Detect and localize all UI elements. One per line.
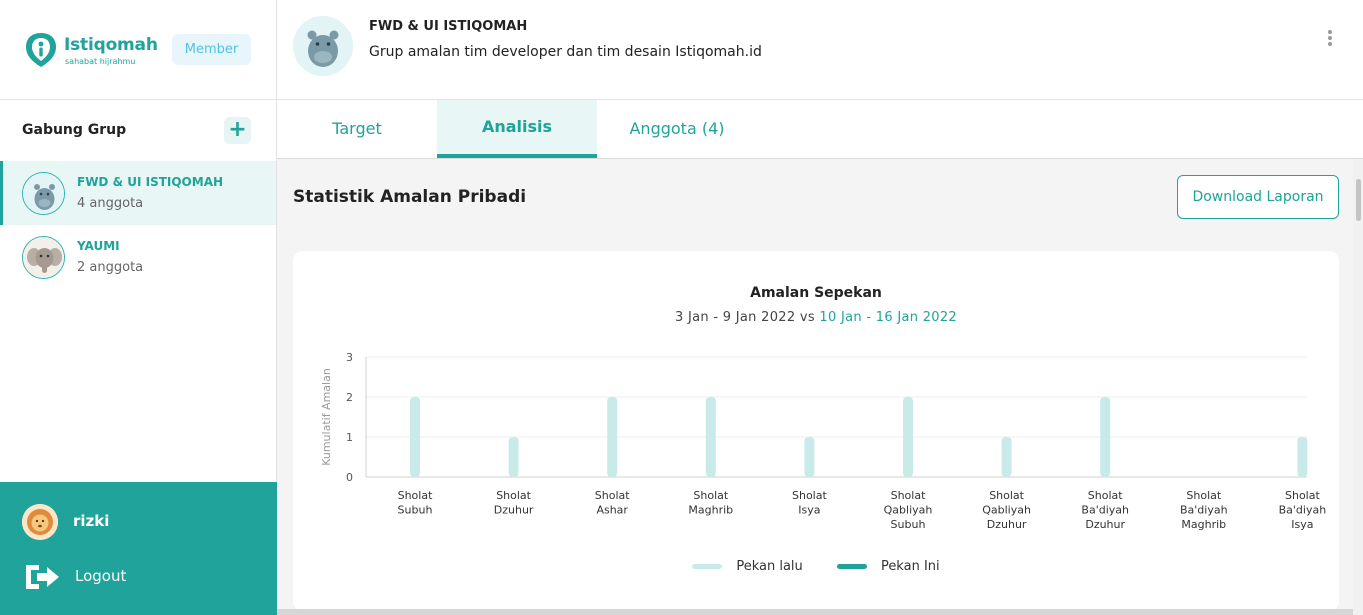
x-tick-label: Subuh (398, 504, 433, 517)
istiqomah-logo-icon[interactable] (24, 32, 58, 68)
group-description: Grup amalan tim developer dan tim desain… (369, 44, 762, 60)
chart-card: Amalan Sepekan 3 Jan - 9 Jan 2022 vs 10 … (293, 251, 1339, 611)
group-header: FWD & UI ISTIQOMAH Grup amalan tim devel… (277, 0, 1363, 100)
join-group-row: Gabung Grup + (0, 100, 276, 160)
elephant-avatar-icon (22, 236, 65, 279)
x-tick-label: Qabliyah (884, 504, 933, 517)
group-name: YAUMI (77, 239, 120, 253)
hippo-group-avatar-icon (293, 16, 353, 76)
content-scrollbar[interactable] (1353, 159, 1363, 615)
group-name: FWD & UI ISTIQOMAH (77, 175, 224, 189)
y-tick-label: 2 (346, 391, 353, 404)
x-tick-label: Dzuhur (1085, 518, 1125, 531)
group-item-yaumi[interactable]: YAUMI 2 anggota (0, 225, 276, 289)
more-options-icon[interactable] (1326, 30, 1334, 48)
x-tick-label: Sholat (792, 489, 827, 502)
brand-tagline: sahabat hijrahmu (65, 57, 136, 66)
y-tick-label: 0 (346, 471, 353, 484)
tab-analisis[interactable]: Analisis (437, 100, 597, 158)
user-panel: rizki Logout (0, 482, 277, 615)
bar-chart: 0 1 2 3 Kumulatif Amalan Sholat Subuh Sholat Dzu… (320, 351, 1327, 531)
add-group-button[interactable]: + (224, 117, 251, 144)
download-report-button[interactable]: Download Laporan (1177, 175, 1339, 219)
x-tick-label: Ba'diyah (1081, 504, 1129, 517)
x-tick-label: Ashar (596, 504, 628, 517)
join-group-label: Gabung Grup (22, 122, 127, 138)
x-tick-label: Sholat (1285, 489, 1320, 502)
x-tick-label: Dzuhur (987, 518, 1027, 531)
bar-pekan-lalu (1297, 437, 1308, 477)
brand-area: Istiqomah sahabat hijrahmu Member (0, 0, 276, 100)
group-member-count: 4 anggota (77, 196, 144, 211)
brand-name: Istiqomah (64, 35, 158, 55)
legend-label: Pekan Ini (880, 559, 940, 574)
legend-item-pekan-lalu[interactable]: Pekan lalu (692, 559, 803, 574)
sidebar: Istiqomah sahabat hijrahmu Member Gabung… (0, 0, 277, 615)
bar-pekan-lalu (1001, 437, 1012, 477)
bar-pekan-lalu (705, 397, 716, 477)
x-tick-label: Dzuhur (494, 504, 534, 517)
legend-label: Pekan lalu (736, 559, 803, 574)
x-tick-label: Maghrib (1181, 518, 1226, 531)
bar-pekan-lalu (410, 397, 420, 477)
bar-pekan-lalu (804, 437, 815, 477)
tab-anggota[interactable]: Anggota (4) (597, 100, 757, 158)
x-tick-label: Sholat (1088, 489, 1123, 502)
lion-avatar-icon[interactable] (22, 504, 58, 540)
chart-legend: Pekan lalu Pekan Ini (293, 559, 1339, 574)
y-tick-label: 1 (346, 431, 353, 444)
hippo-avatar-icon (22, 172, 65, 215)
x-tick-label: Isya (1291, 518, 1313, 531)
legend-swatch (692, 564, 723, 569)
x-tick-label: Sholat (1186, 489, 1221, 502)
x-tick-label: Sholat (398, 489, 433, 502)
x-tick-label: Sholat (891, 489, 926, 502)
bar-pekan-lalu (1100, 397, 1111, 477)
horizontal-scrollbar[interactable] (277, 609, 1353, 615)
x-tick-label: Subuh (891, 518, 926, 531)
logout-icon[interactable] (23, 562, 61, 592)
group-tabs: Target Analisis Anggota (4) (277, 100, 1363, 159)
member-badge: Member (172, 34, 251, 65)
x-tick-label: Isya (798, 504, 820, 517)
y-tick-label: 3 (346, 351, 353, 364)
x-tick-label: Sholat (595, 489, 630, 502)
group-title: FWD & UI ISTIQOMAH (369, 19, 528, 34)
x-tick-label: Maghrib (688, 504, 733, 517)
bar-pekan-lalu (508, 437, 519, 477)
bar-pekan-lalu (903, 397, 913, 477)
section-title: Statistik Amalan Pribadi (293, 187, 527, 207)
x-tick-label: Qabliyah (982, 504, 1031, 517)
user-name: rizki (73, 512, 110, 530)
y-axis-label: Kumulatif Amalan (320, 368, 333, 466)
logout-button[interactable]: Logout (75, 567, 126, 585)
x-tick-label: Ba'diyah (1279, 504, 1327, 517)
analysis-content: Statistik Amalan Pribadi Download Lapora… (277, 159, 1353, 615)
group-member-count: 2 anggota (77, 260, 144, 275)
x-tick-label: Ba'diyah (1180, 504, 1228, 517)
tab-target[interactable]: Target (277, 100, 437, 158)
x-tick-label: Sholat (496, 489, 531, 502)
legend-item-pekan-ini[interactable]: Pekan Ini (836, 559, 940, 574)
legend-swatch (836, 564, 867, 569)
x-tick-label: Sholat (693, 489, 728, 502)
group-item-fwd-ui[interactable]: FWD & UI ISTIQOMAH 4 anggota (0, 161, 276, 225)
scroll-thumb[interactable] (1356, 179, 1361, 221)
x-tick-label: Sholat (989, 489, 1024, 502)
bar-pekan-lalu (607, 397, 618, 477)
